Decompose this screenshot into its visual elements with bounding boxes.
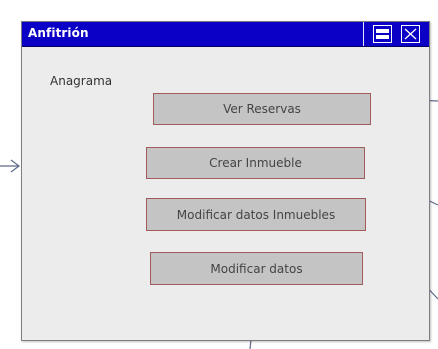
incoming-arrow-icon xyxy=(0,159,20,173)
anfitrion-window: Anfitrión Anagrama Ver Reservas Crear In… xyxy=(21,21,430,341)
window-title: Anfitrión xyxy=(28,26,89,40)
title-bar: Anfitrión xyxy=(22,22,429,47)
diagram-canvas: Anfitrión Anagrama Ver Reservas Crear In… xyxy=(0,0,438,349)
modificar-datos-inmuebles-button[interactable]: Modificar datos Inmuebles xyxy=(146,198,366,231)
app-name-label: Anagrama xyxy=(50,74,113,88)
crear-inmueble-button[interactable]: Crear Inmueble xyxy=(146,147,365,179)
ver-reservas-button[interactable]: Ver Reservas xyxy=(153,93,371,125)
close-button[interactable] xyxy=(401,25,420,43)
modificar-datos-button[interactable]: Modificar datos xyxy=(150,252,363,285)
close-icon xyxy=(404,28,417,40)
maximize-button[interactable] xyxy=(373,25,392,43)
title-divider xyxy=(363,22,364,46)
